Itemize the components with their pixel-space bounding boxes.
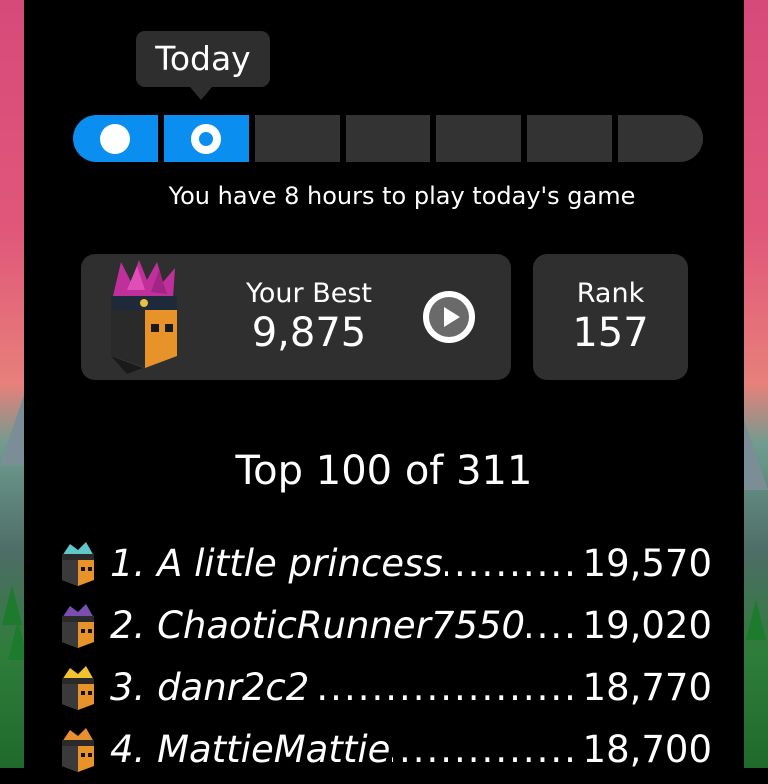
progress-segment: [618, 115, 703, 162]
player-name: 2. ChaoticRunner7550: [110, 604, 527, 647]
player-name: 1. A little princess: [110, 542, 445, 585]
time-remaining-text: You have 8 hours to play today's game: [168, 182, 636, 210]
leaderboard-row[interactable]: ........................................…: [58, 722, 718, 784]
leaderboard-row[interactable]: ........................................…: [58, 536, 718, 598]
mountain-shape: [744, 420, 768, 490]
tree-shape: [8, 620, 24, 660]
player-score: 18,770: [580, 666, 712, 709]
rank-card[interactable]: Rank 157: [533, 254, 688, 380]
leaderboard-row[interactable]: ........................................…: [58, 598, 718, 660]
player-avatar-icon: [62, 728, 94, 772]
today-tooltip: Today: [136, 31, 270, 100]
mountain-shape: [0, 395, 24, 465]
player-avatar-icon: [62, 542, 94, 586]
play-button[interactable]: [423, 291, 475, 343]
daily-progress-bar: [73, 115, 703, 162]
rank-value: 157: [572, 310, 649, 356]
progress-segment: [163, 115, 249, 162]
left-background: [0, 0, 24, 768]
leaderboard-row[interactable]: ........................................…: [58, 660, 718, 722]
player-avatar-icon: [62, 604, 94, 648]
progress-segment: [73, 115, 158, 162]
current-day-marker: [191, 123, 222, 154]
player-score: 18,700: [580, 728, 712, 771]
progress-segment: [436, 115, 522, 162]
right-background: [744, 0, 768, 768]
progress-segment: [254, 115, 340, 162]
progress-segment: [527, 115, 613, 162]
leaderboard-list: ........................................…: [58, 536, 718, 784]
player-avatar-icon: [62, 666, 94, 710]
player-avatar: [111, 260, 177, 374]
your-best-card[interactable]: Your Best 9,875: [81, 254, 511, 380]
your-best-label: Your Best: [245, 278, 372, 309]
tree-shape: [2, 585, 22, 625]
player-name: 4. MattieMattie: [110, 728, 393, 771]
your-best-score: 9,875: [251, 310, 367, 356]
leaderboard-title: Top 100 of 311: [235, 448, 533, 494]
completed-day-marker: [100, 123, 131, 154]
player-name: 3. danr2c2: [110, 666, 312, 709]
player-score: 19,570: [580, 542, 712, 585]
rank-label: Rank: [576, 278, 645, 309]
play-icon: [444, 307, 460, 327]
today-label: Today: [155, 39, 251, 78]
progress-segment: [345, 115, 431, 162]
player-score: 19,020: [580, 604, 712, 647]
tree-shape: [746, 600, 766, 640]
